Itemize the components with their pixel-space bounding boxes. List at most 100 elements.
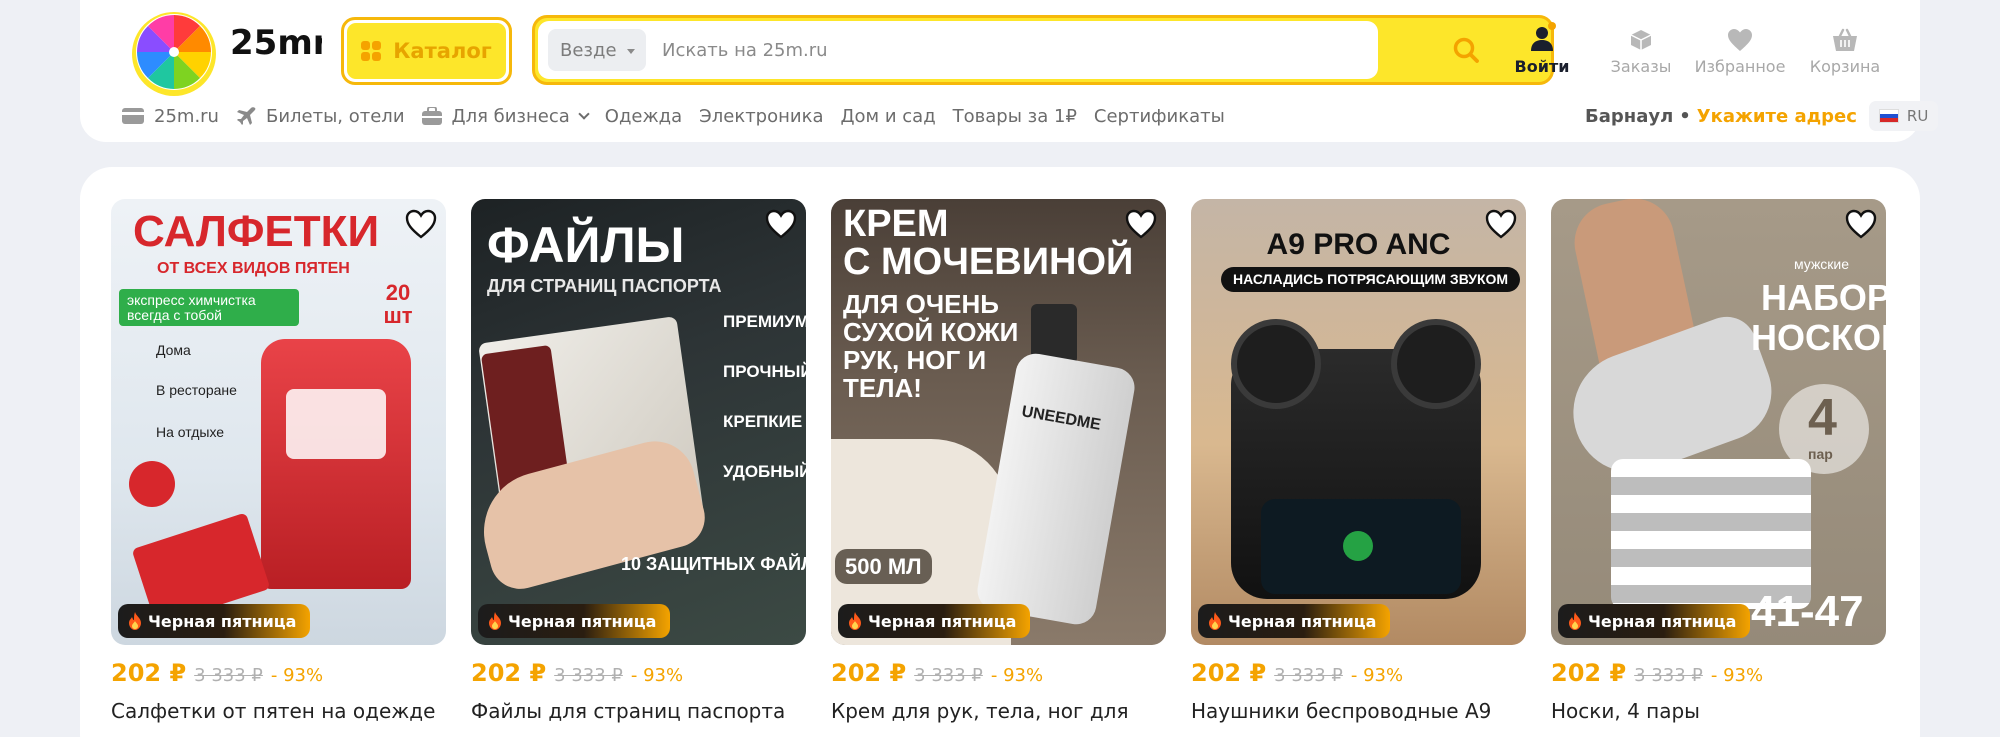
discount: - 93% xyxy=(1710,665,1764,686)
search-input[interactable]: Искать на 25m.ru xyxy=(662,21,1362,79)
fire-icon xyxy=(1569,612,1581,630)
product-title[interactable]: Крем для рук, тела, ног для xyxy=(831,697,1166,725)
logo[interactable]: 25mru xyxy=(122,8,322,96)
product-title[interactable]: Салфетки от пятен на одежде xyxy=(111,697,446,725)
subnav-item-25m[interactable]: 25m.ru xyxy=(122,106,219,127)
image-bottom-text: 10 ЗАЩИТНЫХ ФАЙЛОВ xyxy=(621,554,806,574)
heart-icon xyxy=(1728,29,1752,51)
favorite-heart-icon[interactable] xyxy=(1484,207,1518,241)
promo-label: Черная пятница xyxy=(508,611,657,631)
fire-icon xyxy=(849,612,861,630)
notification-dot xyxy=(1548,22,1556,30)
image-count-label: пар xyxy=(1808,446,1833,462)
product-title[interactable]: Наушники беспроводные А9 xyxy=(1191,697,1526,725)
search-placeholder: Искать на 25m.ru xyxy=(662,39,828,61)
favorites-button[interactable]: Избранное xyxy=(1690,22,1790,76)
favorite-heart-icon[interactable] xyxy=(404,207,438,241)
price: 202 ₽ xyxy=(111,659,187,687)
fire-icon xyxy=(129,612,141,630)
language-switcher[interactable]: RU xyxy=(1868,101,1939,131)
subnav-label: Билеты, отели xyxy=(265,105,405,127)
catalog-button[interactable]: Каталог xyxy=(341,17,512,85)
cart-button[interactable]: Корзина xyxy=(1795,22,1895,76)
product-card[interactable]: A9 PRO ANC НАСЛАДИСЬ ПОТРЯСАЮЩИМ ЗВУКОМ … xyxy=(1191,199,1526,725)
language-label: RU xyxy=(1906,107,1929,125)
old-price: 3 333 ₽ xyxy=(1274,665,1343,686)
subnav-item-business[interactable]: Для бизнеса xyxy=(421,106,590,127)
favorite-heart-icon[interactable] xyxy=(1124,207,1158,241)
subnav-item-electronics[interactable]: Электроника xyxy=(699,106,823,127)
subnav-item-clothes[interactable]: Одежда xyxy=(605,106,682,127)
product-card[interactable]: КРЕМ С МОЧЕВИНОЙ ДЛЯ ОЧЕНЬ СУХОЙ КОЖИ РУ… xyxy=(831,199,1166,725)
price-row: 202 ₽ 3 333 ₽ - 93% xyxy=(1551,659,1886,687)
bottle-art xyxy=(974,350,1138,628)
price: 202 ₽ xyxy=(1551,659,1627,687)
image-sub-2: СУХОЙ КОЖИ xyxy=(843,317,1019,347)
city-label[interactable]: Барнаул xyxy=(1585,106,1673,127)
location: Барнаул • Укажите адрес RU xyxy=(1585,100,1939,132)
favorite-heart-icon[interactable] xyxy=(1844,207,1878,241)
subnav-label: Товары за 1₽ xyxy=(952,105,1077,127)
image-count: 20 шт xyxy=(383,280,413,329)
cart-label: Корзина xyxy=(1809,57,1881,76)
subnav-label: Электроника xyxy=(699,105,824,127)
subnav: 25m.ru Билеты, отели Для бизнеса Одежда … xyxy=(122,100,1242,132)
product-image[interactable]: КРЕМ С МОЧЕВИНОЙ ДЛЯ ОЧЕНЬ СУХОЙ КОЖИ РУ… xyxy=(831,199,1166,645)
chevron-down-icon xyxy=(578,107,590,120)
image-sub-3: РУК, НОГ И xyxy=(843,345,987,375)
flag-ru-icon xyxy=(1878,109,1899,123)
product-title[interactable]: Файлы для страниц паспорта xyxy=(471,697,806,725)
image-feature-strong: ПРОЧНЫЙ xyxy=(723,362,806,381)
address-link[interactable]: Укажите адрес xyxy=(1697,106,1857,127)
discount: - 93% xyxy=(630,665,684,686)
product-image[interactable]: САЛФЕТКИ ОТ ВСЕХ ВИДОВ ПЯТЕН экспресс хи… xyxy=(111,199,446,645)
product-image[interactable]: мужские НАБОР НОСКОВ 4 пар 41-47 Черная … xyxy=(1551,199,1886,645)
promo-badge: Черная пятница xyxy=(1198,604,1391,638)
promo-badge: Черная пятница xyxy=(1558,604,1751,638)
image-small-label: мужские xyxy=(1794,256,1850,272)
search-icon xyxy=(1453,37,1479,63)
old-price: 3 333 ₽ xyxy=(554,665,623,686)
product-card[interactable]: мужские НАБОР НОСКОВ 4 пар 41-47 Черная … xyxy=(1551,199,1886,725)
image-count: 4 xyxy=(1808,389,1837,447)
price: 202 ₽ xyxy=(1191,659,1267,687)
orders-button[interactable]: Заказы xyxy=(1591,22,1691,76)
subnav-item-home-garden[interactable]: Дом и сад xyxy=(840,106,935,127)
price-row: 202 ₽ 3 333 ₽ - 93% xyxy=(111,659,446,687)
login-button[interactable]: Войти xyxy=(1492,22,1592,76)
play-button-icon xyxy=(1343,531,1373,561)
old-price: 3 333 ₽ xyxy=(1634,665,1703,686)
price: 202 ₽ xyxy=(471,659,547,687)
image-home: Дома xyxy=(156,342,191,358)
subnav-item-certificates[interactable]: Сертификаты xyxy=(1094,106,1225,127)
search-bar: Везде Искать на 25m.ru xyxy=(532,15,1554,85)
promo-label: Черная пятница xyxy=(1228,611,1377,631)
image-headline: A9 PRO ANC xyxy=(1266,228,1451,261)
product-package-art xyxy=(261,339,411,589)
subnav-item-1rub[interactable]: Товары за 1₽ xyxy=(953,106,1077,127)
logo-wheel-icon xyxy=(132,12,216,96)
fire-icon xyxy=(489,612,501,630)
favorite-heart-icon[interactable] xyxy=(764,207,798,241)
search-scope-select[interactable]: Везде xyxy=(548,29,646,71)
discount: - 93% xyxy=(1350,665,1404,686)
orders-label: Заказы xyxy=(1610,57,1672,76)
product-package-window xyxy=(286,389,386,459)
image-subline: ДЛЯ СТРАНИЦ ПАСПОРТА xyxy=(487,276,722,296)
price-row: 202 ₽ 3 333 ₽ - 93% xyxy=(831,659,1166,687)
image-feature-durable: КРЕПКИЕ xyxy=(723,412,803,431)
product-image[interactable]: A9 PRO ANC НАСЛАДИСЬ ПОТРЯСАЮЩИМ ЗВУКОМ … xyxy=(1191,199,1526,645)
airplane-icon xyxy=(236,107,256,125)
product-card[interactable]: ФАЙЛЫ ДЛЯ СТРАНИЦ ПАСПОРТА ПРЕМИУМ ПРОЧН… xyxy=(471,199,806,725)
product-title[interactable]: Носки, 4 пары xyxy=(1551,697,1886,725)
image-feature-convenient: УДОБНЫЙ xyxy=(723,462,806,481)
promo-label: Черная пятница xyxy=(148,611,297,631)
product-grid: САЛФЕТКИ ОТ ВСЕХ ВИДОВ ПЯТЕН экспресс хи… xyxy=(80,167,1920,737)
product-image[interactable]: ФАЙЛЫ ДЛЯ СТРАНИЦ ПАСПОРТА ПРЕМИУМ ПРОЧН… xyxy=(471,199,806,645)
basket-icon xyxy=(1833,28,1857,51)
discount: - 93% xyxy=(990,665,1044,686)
image-headline-2: С МОЧЕВИНОЙ xyxy=(843,241,1134,283)
image-headline-2: НОСКОВ xyxy=(1751,317,1886,358)
subnav-item-tickets[interactable]: Билеты, отели xyxy=(236,106,405,127)
product-card[interactable]: САЛФЕТКИ ОТ ВСЕХ ВИДОВ ПЯТЕН экспресс хи… xyxy=(111,199,446,725)
